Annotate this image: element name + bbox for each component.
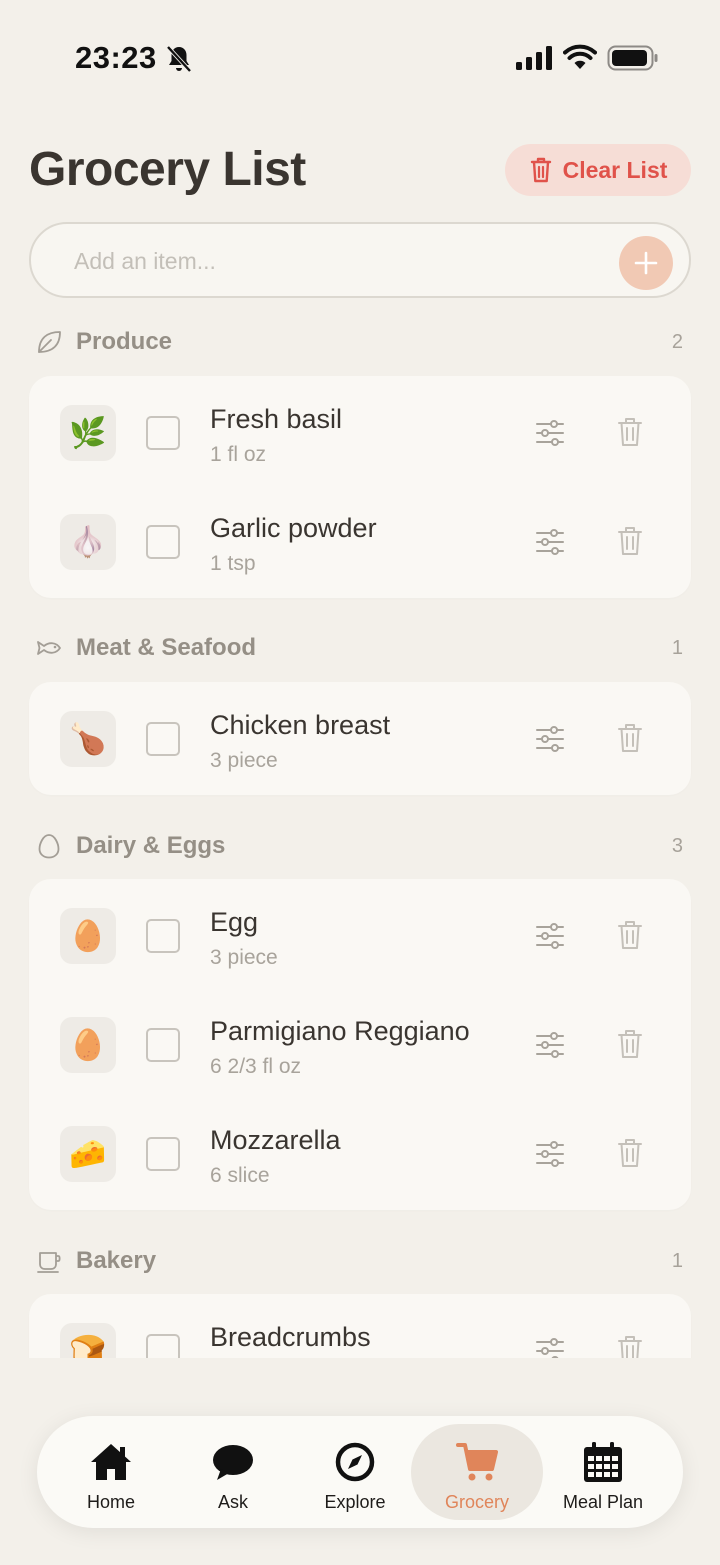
- nav-label: Meal Plan: [562, 1492, 644, 1512]
- add-item-bar: [29, 222, 691, 298]
- sliders-icon[interactable]: [534, 418, 566, 448]
- item-emoji: 🌿: [60, 405, 116, 461]
- nav-ask[interactable]: Ask: [173, 1424, 293, 1520]
- bakery-icon: [37, 1252, 61, 1273]
- sliders-icon[interactable]: [534, 1030, 566, 1060]
- section-title: Produce: [76, 328, 173, 355]
- sliders-icon[interactable]: [534, 527, 566, 557]
- sliders-icon[interactable]: [534, 1139, 566, 1169]
- item-name: Breadcrumbs: [210, 1322, 371, 1352]
- home-icon: [91, 1444, 131, 1480]
- list-item: 🥚 Egg 3 piece: [29, 881, 691, 990]
- item-emoji: 🧀: [60, 1126, 116, 1182]
- trash-icon[interactable]: [617, 1028, 643, 1060]
- item-name: Fresh basil: [210, 404, 343, 434]
- plus-icon: [634, 251, 658, 275]
- item-checkbox[interactable]: [146, 722, 180, 756]
- page-title: Grocery List: [29, 143, 306, 196]
- section-card-produce: 🌿 Fresh basil 1 fl oz 🧄 Garlic powder 1 …: [29, 376, 691, 598]
- trash-icon[interactable]: [617, 722, 643, 754]
- section-header-dairy-eggs: Dairy & Eggs 3: [29, 826, 691, 866]
- add-item-button[interactable]: [619, 236, 673, 290]
- compass-icon: [335, 1442, 375, 1482]
- section-header-produce: Produce 2: [29, 322, 691, 362]
- item-emoji: 🧄: [60, 514, 116, 570]
- item-checkbox[interactable]: [146, 416, 180, 450]
- cart-icon: [456, 1443, 498, 1481]
- nav-meal-plan[interactable]: Meal Plan: [543, 1424, 663, 1520]
- section-count: 2: [671, 331, 683, 353]
- nav-grocery[interactable]: Grocery: [411, 1424, 543, 1520]
- wifi-icon: [563, 44, 597, 69]
- battery-icon: [607, 45, 658, 71]
- item-checkbox[interactable]: [146, 525, 180, 559]
- status-time: 23:23: [75, 40, 157, 75]
- nav-label: Home: [86, 1492, 135, 1512]
- item-name: Garlic powder: [210, 513, 377, 543]
- item-emoji: 🍗: [60, 711, 116, 767]
- item-quantity: 1 tsp: [210, 552, 256, 575]
- section-title: Dairy & Eggs: [76, 832, 226, 859]
- nav-label: Explore: [324, 1492, 386, 1512]
- list-item: 🧄 Garlic powder 1 tsp: [29, 487, 691, 596]
- item-name: Egg: [210, 907, 259, 937]
- item-name: Parmigiano Reggiano: [210, 1016, 470, 1046]
- section-count: 1: [671, 1250, 683, 1272]
- list-item: 🥚 Parmigiano Reggiano 6 2/3 fl oz: [29, 990, 691, 1099]
- item-quantity: 6 slice: [210, 1164, 270, 1187]
- list-item: 🧀 Mozzarella 6 slice: [29, 1099, 691, 1208]
- list-item: 🌿 Fresh basil 1 fl oz: [29, 378, 691, 487]
- chat-bubble-icon: [213, 1445, 253, 1480]
- leaf-icon: [38, 331, 61, 353]
- fish-icon: [37, 641, 61, 655]
- trash-icon: [530, 157, 551, 183]
- sliders-icon[interactable]: [534, 724, 566, 754]
- nav-label: Grocery: [444, 1492, 509, 1512]
- item-quantity: 3 piece: [210, 749, 278, 772]
- item-emoji: 🥚: [60, 1017, 116, 1073]
- egg-icon: [38, 834, 60, 859]
- trash-icon[interactable]: [617, 416, 643, 448]
- item-name: Mozzarella: [210, 1125, 341, 1155]
- item-emoji: 🥚: [60, 908, 116, 964]
- section-title: Bakery: [76, 1247, 157, 1274]
- item-quantity: 3 piece: [210, 946, 278, 969]
- item-quantity: 6 2/3 fl oz: [210, 1055, 302, 1078]
- section-header-meat-seafood: Meat & Seafood 1: [29, 628, 691, 668]
- trash-icon[interactable]: [617, 919, 643, 951]
- clear-list-label: Clear List: [562, 156, 668, 183]
- item-quantity: 1 fl oz: [210, 443, 267, 466]
- trash-icon[interactable]: [617, 1137, 643, 1169]
- nav-explore[interactable]: Explore: [295, 1424, 415, 1520]
- bell-slash-icon: [166, 45, 192, 73]
- calendar-icon: [584, 1442, 622, 1482]
- nav-home[interactable]: Home: [51, 1424, 171, 1520]
- nav-label: Ask: [217, 1492, 248, 1512]
- clear-list-button[interactable]: Clear List: [505, 144, 691, 196]
- section-title: Meat & Seafood: [76, 634, 257, 661]
- section-count: 1: [671, 637, 683, 659]
- trash-icon[interactable]: [617, 525, 643, 557]
- bottom-nav: Home Ask Explore Grocery Meal Plan: [37, 1416, 683, 1528]
- section-count: 3: [671, 835, 683, 857]
- add-item-input[interactable]: [74, 242, 594, 280]
- list-item: 🍗 Chicken breast 3 piece: [29, 684, 691, 793]
- signal-icon: [516, 46, 552, 70]
- item-name: Chicken breast: [210, 710, 391, 740]
- item-checkbox[interactable]: [146, 1028, 180, 1062]
- item-checkbox[interactable]: [146, 1137, 180, 1171]
- sliders-icon[interactable]: [534, 921, 566, 951]
- item-checkbox[interactable]: [146, 919, 180, 953]
- status-bar: 23:23: [0, 0, 720, 110]
- section-header-bakery: Bakery 1: [29, 1241, 691, 1281]
- section-card-dairy-eggs: 🥚 Egg 3 piece 🥚 Parmigiano Reggiano 6 2/…: [29, 879, 691, 1210]
- section-card-meat-seafood: 🍗 Chicken breast 3 piece: [29, 682, 691, 795]
